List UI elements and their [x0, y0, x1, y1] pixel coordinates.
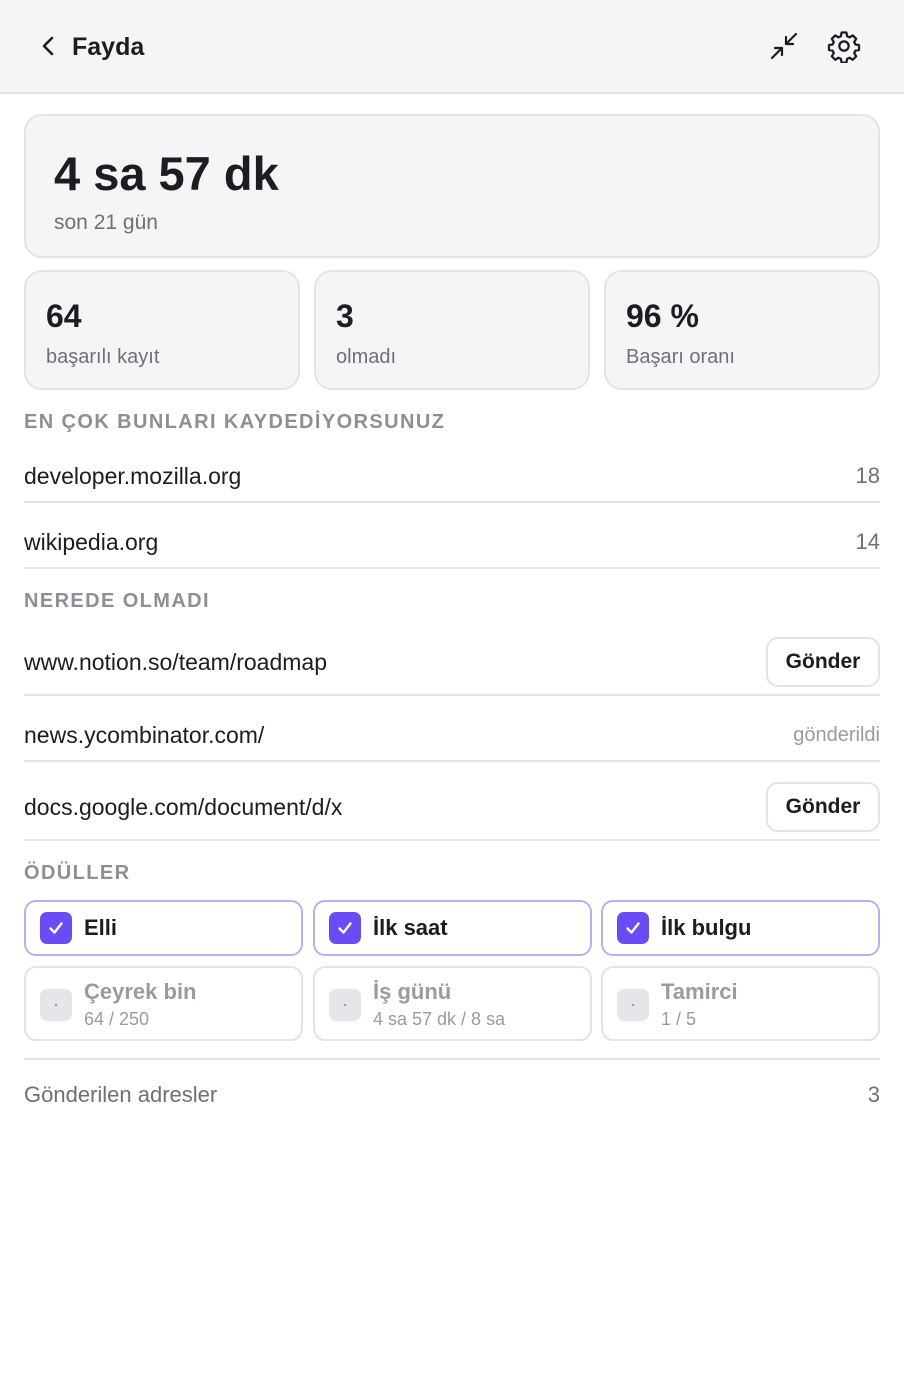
award-locked: Çeyrek bin 64 / 250	[24, 966, 303, 1041]
award-earned: İlk bulgu	[601, 900, 880, 956]
time-period-label: son 21 gün	[54, 211, 158, 234]
failure-url: news.ycombinator.com/	[24, 722, 265, 748]
top-site-row: developer.mozilla.org 18	[24, 452, 880, 503]
award-progress: 1 / 5	[661, 1009, 697, 1029]
stat-card-success: 64 başarılı kayıt	[24, 270, 300, 390]
checkmark-icon	[617, 912, 649, 944]
stat-card-success-rate: 96 % Başarı oranı	[604, 270, 880, 390]
chevron-left-icon	[42, 36, 54, 56]
stat-label: olmadı	[336, 346, 397, 368]
top-site-count: 14	[855, 529, 880, 554]
back-button[interactable]	[34, 28, 64, 64]
top-sites-heading: EN ÇOK BUNLARI KAYDEDİYORSUNUZ	[24, 411, 446, 433]
send-button[interactable]: Gönder	[766, 782, 880, 832]
footer-divider	[24, 1058, 880, 1060]
award-name: İlk bulgu	[661, 915, 752, 940]
award-locked: Tamirci 1 / 5	[601, 966, 880, 1041]
top-site-count: 18	[855, 463, 880, 488]
sent-status-label: gönderildi	[793, 724, 880, 746]
award-progress: 64 / 250	[84, 1009, 150, 1029]
sent-addresses-label: Gönderilen adresler	[24, 1082, 218, 1107]
header-bar: Fayda	[0, 0, 904, 94]
settings-button[interactable]	[824, 26, 864, 66]
awards-heading: ÖDÜLLER	[24, 862, 131, 884]
page-title: Fayda	[72, 33, 145, 61]
top-site-domain: wikipedia.org	[24, 529, 159, 555]
stat-value: 3	[336, 298, 354, 334]
stat-card-failed: 3 olmadı	[314, 270, 590, 390]
award-earned: İlk saat	[313, 900, 592, 956]
locked-dot-icon	[40, 989, 72, 1021]
stat-label: başarılı kayıt	[46, 346, 160, 368]
award-name: Çeyrek bin	[84, 979, 197, 1004]
total-time-value: 4 sa 57 dk	[54, 147, 279, 200]
award-earned: Elli	[24, 900, 303, 956]
failure-url: docs.google.com/document/d/x	[24, 794, 343, 820]
top-site-row: wikipedia.org 14	[24, 503, 880, 569]
send-button[interactable]: Gönder	[766, 637, 880, 687]
checkmark-icon	[329, 912, 361, 944]
sent-addresses-count: 3	[867, 1082, 880, 1107]
failure-row: www.notion.so/team/roadmap Gönder	[24, 626, 880, 696]
locked-dot-icon	[617, 989, 649, 1021]
award-name: İlk saat	[373, 915, 448, 940]
failures-heading: NEREDE OLMADI	[24, 590, 210, 612]
failure-url: www.notion.so/team/roadmap	[24, 649, 327, 675]
award-name: İş günü	[373, 979, 452, 1004]
gear-icon	[827, 31, 861, 63]
award-name: Tamirci	[661, 979, 738, 1004]
stat-value: 96 %	[626, 298, 699, 334]
collapse-button[interactable]	[764, 26, 804, 66]
total-time-card: 4 sa 57 dk son 21 gün	[24, 114, 880, 258]
failure-row: docs.google.com/document/d/x Gönder	[24, 762, 880, 841]
checkmark-icon	[40, 912, 72, 944]
collapse-arrows-icon	[770, 32, 798, 60]
stat-label: Başarı oranı	[626, 346, 735, 368]
stat-value: 64	[46, 298, 82, 334]
award-progress: 4 sa 57 dk / 8 sa	[373, 1009, 506, 1029]
failure-row: news.ycombinator.com/ gönderildi	[24, 696, 880, 762]
locked-dot-icon	[329, 989, 361, 1021]
award-name: Elli	[84, 915, 118, 940]
award-locked: İş günü 4 sa 57 dk / 8 sa	[313, 966, 592, 1041]
top-site-domain: developer.mozilla.org	[24, 463, 242, 489]
